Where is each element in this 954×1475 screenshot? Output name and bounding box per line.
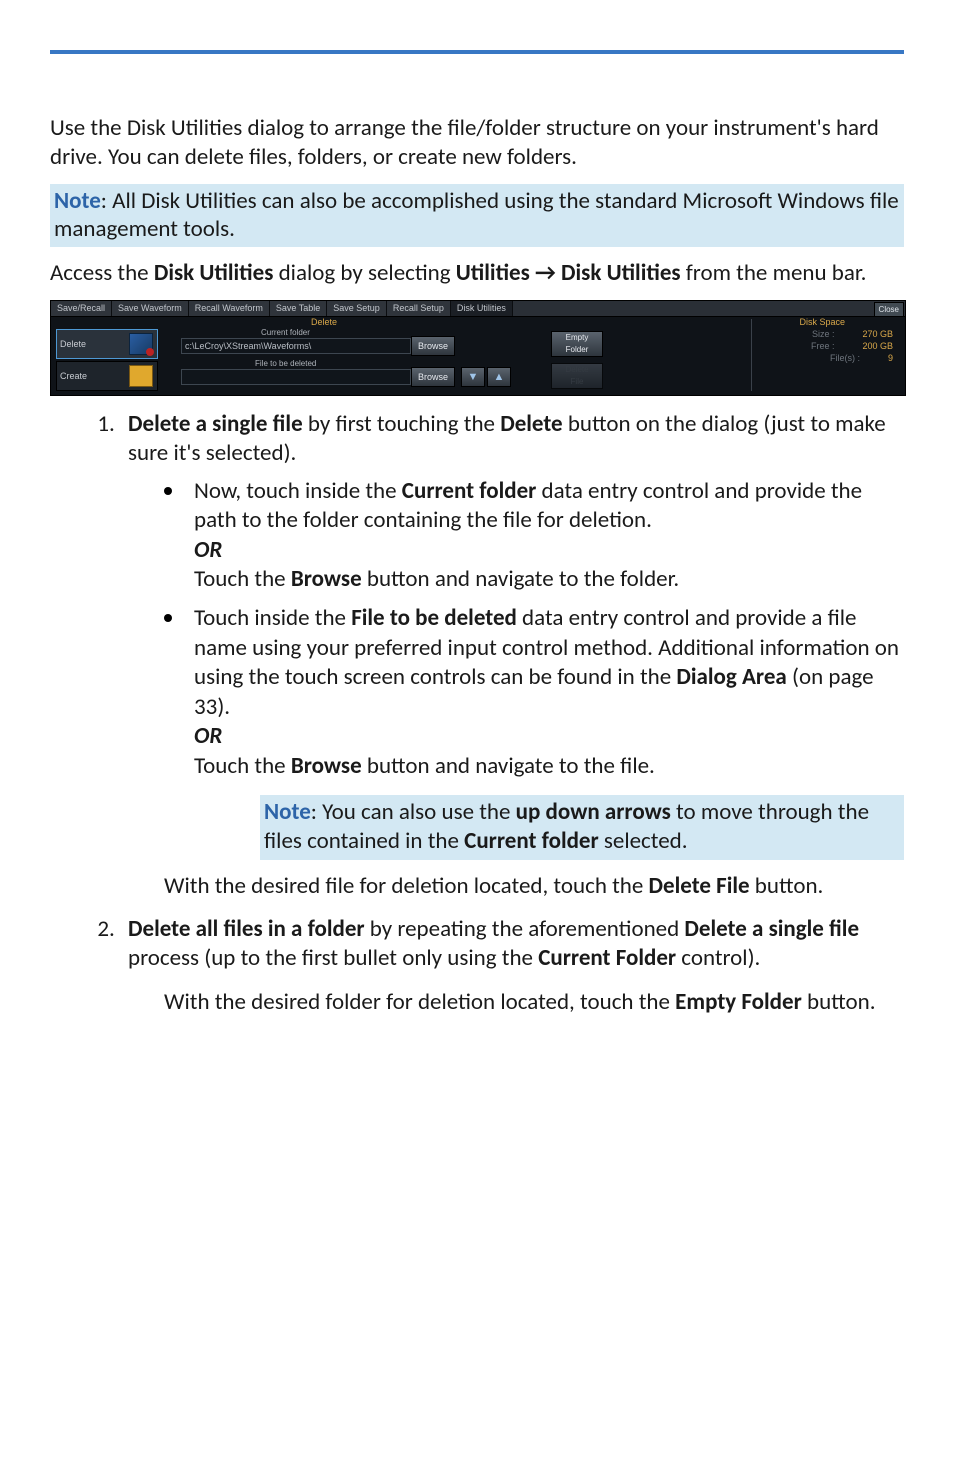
text-bold: Delete File	[649, 872, 750, 900]
size-label: Size :	[812, 329, 835, 339]
tab-recall-setup[interactable]: Recall Setup	[387, 301, 451, 316]
or-text: OR	[194, 536, 222, 564]
text-bold: Utilities → Disk Utilities	[456, 259, 681, 287]
file-to-delete-input[interactable]	[181, 369, 411, 385]
file-down-button[interactable]: ▼	[461, 367, 485, 387]
text-bold: up down arrows	[516, 798, 671, 826]
access-paragraph: Access the Disk Utilities dialog by sele…	[50, 259, 904, 288]
free-value: 200 GB	[862, 341, 893, 351]
text-bold: Delete a single file	[684, 915, 859, 943]
text: control).	[676, 944, 760, 972]
text-bold: Browse	[291, 752, 362, 780]
text: With the desired folder for deletion loc…	[164, 988, 675, 1016]
create-mode-button[interactable]: Create	[56, 361, 158, 391]
files-label: File(s) :	[830, 353, 860, 363]
delete-mode-button[interactable]: Delete	[56, 329, 158, 359]
tab-save-recall[interactable]: Save/Recall	[51, 301, 112, 316]
tab-save-waveform[interactable]: Save Waveform	[112, 301, 189, 316]
bullet-2: Touch inside the File to be deleted data…	[194, 604, 904, 781]
text-bold: Current folder	[464, 827, 599, 855]
text: : You can also use the	[311, 798, 516, 826]
file-to-delete-label: File to be deleted	[255, 359, 316, 368]
text-bold: Empty Folder	[675, 988, 802, 1016]
browse-folder-button[interactable]: Browse	[411, 336, 455, 356]
or-text: OR	[194, 722, 222, 750]
tab-recall-waveform[interactable]: Recall Waveform	[189, 301, 270, 316]
text-bold: Delete	[500, 410, 562, 438]
text-bold: Current folder	[402, 477, 537, 505]
text: button and navigate to the file.	[362, 752, 655, 780]
text: With the desired file for deletion locat…	[164, 872, 649, 900]
note-lead: Note	[54, 187, 101, 215]
empty-folder-button[interactable]: Empty Folder	[551, 331, 603, 357]
label: Create	[57, 371, 87, 381]
disk-space-title: Disk Space	[799, 317, 845, 327]
folder-icon	[129, 365, 153, 387]
tab-save-setup[interactable]: Save Setup	[327, 301, 387, 316]
text: from the menu bar.	[681, 259, 867, 287]
note-lead: Note	[264, 798, 311, 826]
text: by first touching the	[303, 410, 501, 438]
note-box-2: Note: You can also use the up down arrow…	[260, 795, 904, 860]
divider	[751, 319, 752, 391]
header-rule	[50, 50, 904, 54]
procedure-list: Delete a single file by first touching t…	[50, 410, 904, 1017]
text-bold: Delete a single file	[128, 410, 303, 438]
after-step-2: With the desired folder for deletion loc…	[164, 988, 904, 1017]
label: Delete	[57, 339, 86, 349]
files-value: 9	[888, 353, 893, 363]
size-value: 270 GB	[862, 329, 893, 339]
free-label: Free :	[811, 341, 835, 351]
current-folder-input[interactable]: c:\LeCroy\XStream\Waveforms\	[181, 338, 411, 354]
step-1: Delete a single file by first touching t…	[120, 410, 904, 901]
text: Now, touch inside the	[194, 477, 402, 505]
text-bold: Dialog Area	[676, 663, 786, 691]
tab-save-table[interactable]: Save Table	[270, 301, 327, 316]
file-up-button[interactable]: ▲	[487, 367, 511, 387]
text: by repeating the aforementioned	[365, 915, 685, 943]
text-bold: Browse	[291, 565, 362, 593]
current-folder-label: Current folder	[261, 328, 310, 337]
text: button.	[802, 988, 876, 1016]
bullet-1: Now, touch inside the Current folder dat…	[194, 477, 904, 595]
text: Touch inside the	[194, 604, 351, 632]
delete-file-button[interactable]: Delete File	[551, 363, 603, 389]
section-title: Delete	[311, 317, 337, 327]
after-bullets-1: With the desired file for deletion locat…	[164, 872, 904, 901]
text: button.	[750, 872, 824, 900]
text-bold: Disk Utilities	[154, 259, 274, 287]
delete-icon	[129, 333, 153, 355]
text: button and navigate to the folder.	[362, 565, 679, 593]
close-button[interactable]: Close	[874, 302, 904, 317]
tab-disk-utilities[interactable]: Disk Utilities	[451, 301, 513, 316]
text-bold: Delete all files in a folder	[128, 915, 365, 943]
text: dialog by selecting	[273, 259, 455, 287]
text: Access the	[50, 259, 154, 287]
bullet-list: Now, touch inside the Current folder dat…	[128, 477, 904, 781]
step-2: Delete all files in a folder by repeatin…	[120, 915, 904, 1017]
note-body: : All Disk Utilities can also be accompl…	[54, 187, 899, 244]
text-bold: Current Folder	[538, 944, 676, 972]
text: selected.	[599, 827, 688, 855]
text: Touch the	[194, 565, 291, 593]
text: Touch the	[194, 752, 291, 780]
browse-file-button[interactable]: Browse	[411, 367, 455, 387]
intro-paragraph: Use the Disk Utilities dialog to arrange…	[50, 114, 904, 172]
tab-strip: Save/Recall Save Waveform Recall Wavefor…	[51, 301, 905, 317]
text-bold: File to be deleted	[351, 604, 517, 632]
disk-utilities-dialog: Save/Recall Save Waveform Recall Wavefor…	[50, 300, 906, 396]
text: process (up to the first bullet only usi…	[128, 944, 538, 972]
note-box-1: Note: All Disk Utilities can also be acc…	[50, 184, 904, 248]
